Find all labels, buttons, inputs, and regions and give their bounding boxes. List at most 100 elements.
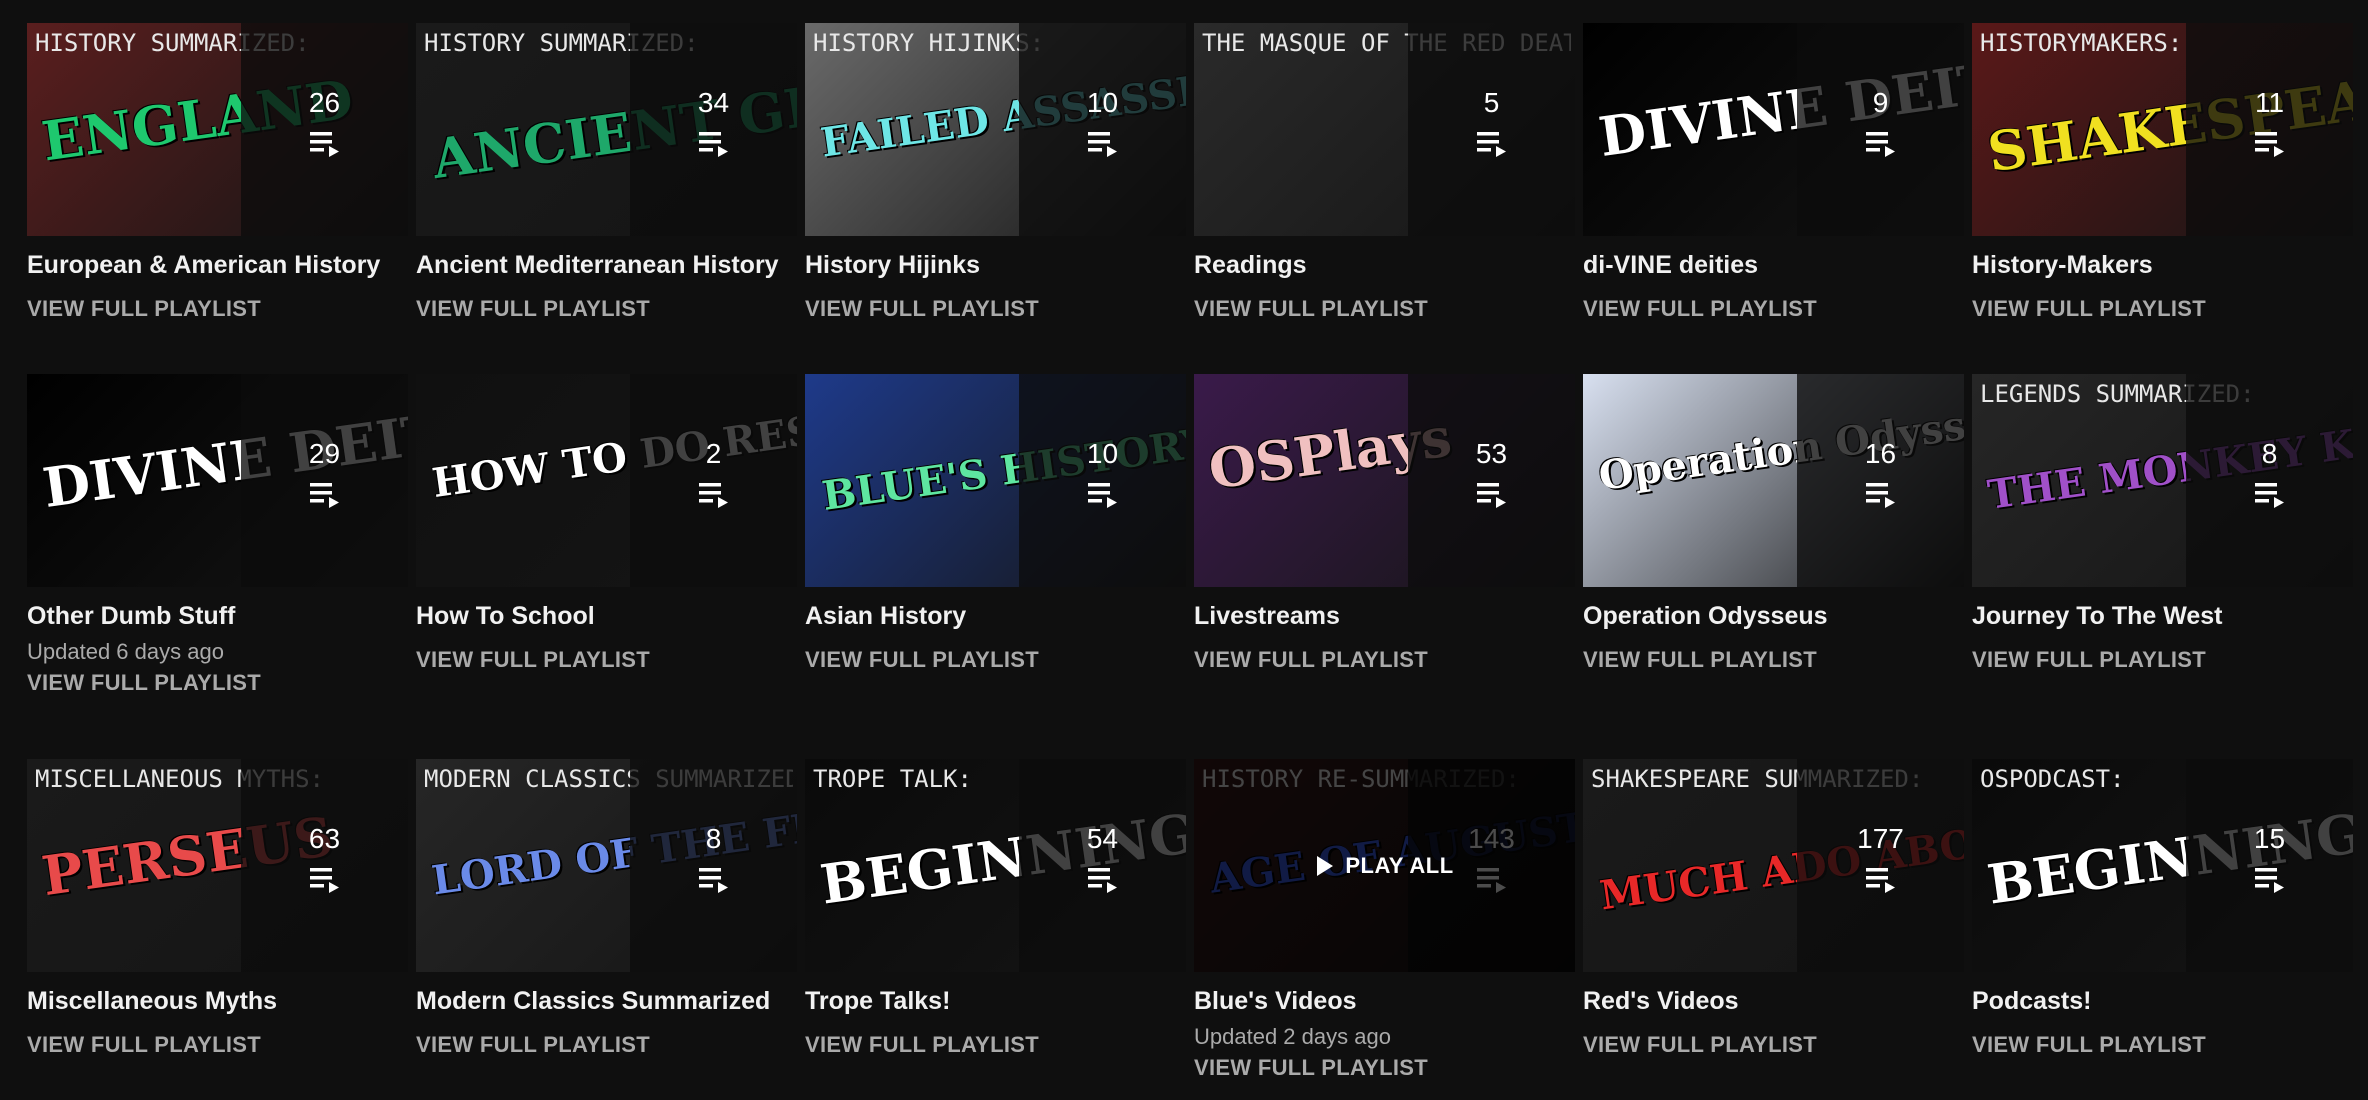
view-full-playlist-link[interactable]: VIEW FULL PLAYLIST [805, 296, 1186, 322]
playlist-card: HISTORYMAKERS: SHAKESPEARE 11 History-Maker… [1972, 23, 2353, 322]
video-count: 26 [308, 86, 341, 118]
video-count: 16 [1864, 437, 1897, 469]
playlist-icon [1087, 131, 1117, 157]
video-count-overlay: 11 [2186, 23, 2353, 236]
view-full-playlist-link[interactable]: VIEW FULL PLAYLIST [1194, 296, 1575, 322]
playlist-card: DIVINE DEITIES9 di-VINE deities VIEW FULL … [1583, 23, 1964, 322]
playlist-title[interactable]: Podcasts! [1972, 986, 2353, 1016]
playlist-card: TROPE TALK: BEGINNINGS 54 Trope Talks! VIEW … [805, 759, 1186, 1058]
playlist-thumbnail[interactable]: SHAKESPEARE SUMMARIZED:MUCH ADO ABOUT NO… [1583, 759, 1964, 972]
playlist-card: DIVINE DEITIES29 Other Dumb Stuff Updated … [27, 374, 408, 696]
updated-timestamp: Updated 6 days ago [27, 639, 224, 664]
playlist-icon [1865, 131, 1895, 157]
playlist-thumbnail[interactable]: Operation Odysseus16 [1583, 374, 1964, 587]
playlist-icon [1476, 131, 1506, 157]
playlist-card: THE MASQUE OF THE RED DEATH 5 Readings VIEW… [1194, 23, 1575, 322]
video-count: 9 [1872, 86, 1889, 118]
video-count: 54 [1086, 822, 1119, 854]
playlist-card: OSPODCAST: BEGINNINGS 15 Podcasts! VIEW FULL… [1972, 759, 2353, 1058]
video-count: 8 [2261, 437, 2278, 469]
playlist-title[interactable]: History-Makers [1972, 250, 2353, 280]
video-count: 11 [2254, 86, 2285, 118]
video-count-overlay: 63 [241, 759, 408, 972]
playlist-icon [1865, 867, 1895, 893]
view-full-playlist-link[interactable]: VIEW FULL PLAYLIST [805, 647, 1186, 673]
view-full-playlist-link[interactable]: VIEW FULL PLAYLIST [1972, 296, 2353, 322]
playlist-title[interactable]: Modern Classics Summarized [416, 986, 797, 1016]
playlist-icon [1087, 867, 1117, 893]
playlist-icon [1865, 482, 1895, 508]
view-full-playlist-link[interactable]: VIEW FULL PLAYLIST [27, 296, 408, 322]
play-all-button[interactable]: PLAY ALL [1194, 759, 1575, 972]
playlist-thumbnail[interactable]: HISTORY SUMMARIZED:ANCIENT GREECE34 [416, 23, 797, 236]
playlist-title[interactable]: Asian History [805, 601, 1186, 631]
playlist-thumbnail[interactable]: HISTORY HIJINKS:FAILED ASSASSINS10 [805, 23, 1186, 236]
playlist-title[interactable]: Livestreams [1194, 601, 1575, 631]
video-count: 63 [308, 822, 341, 854]
playlist-title[interactable]: European & American History [27, 250, 408, 280]
video-count-overlay: 34 [630, 23, 797, 236]
view-full-playlist-link[interactable]: VIEW FULL PLAYLIST [1972, 647, 2353, 673]
playlist-title[interactable]: Journey To The West [1972, 601, 2353, 631]
view-full-playlist-link[interactable]: VIEW FULL PLAYLIST [1583, 647, 1964, 673]
playlist-card: MISCELLANEOUS MYTHS: PERSEUS 63 Miscellaneo… [27, 759, 408, 1058]
playlist-grid: HISTORY SUMMARIZED: ENGLAND 26 European & A… [0, 0, 2368, 1100]
updated-timestamp: Updated 2 days ago [1194, 1024, 1391, 1049]
playlist-title[interactable]: Ancient Mediterranean History [416, 250, 797, 280]
playlist-thumbnail[interactable]: BLUE'S HISTORY SUMMARIZED10 [805, 374, 1186, 587]
video-count-overlay: 177 [1797, 759, 1964, 972]
view-full-playlist-link[interactable]: VIEW FULL PLAYLIST [416, 296, 797, 322]
video-count-overlay: 10 [1019, 23, 1186, 236]
playlist-thumbnail[interactable]: DIVINE DEITIES9 [1583, 23, 1964, 236]
playlist-thumbnail[interactable]: OSPODCAST: BEGINNINGS 15 [1972, 759, 2353, 972]
playlist-card: HISTORY SUMMARIZED:ANCIENT GREECE34 Ancie… [416, 23, 797, 322]
playlist-thumbnail[interactable]: MISCELLANEOUS MYTHS: PERSEUS 63 [27, 759, 408, 972]
playlist-thumbnail[interactable]: HISTORY SUMMARIZED: ENGLAND 26 [27, 23, 408, 236]
video-count: 8 [705, 822, 722, 854]
play-all-label: PLAY ALL [1345, 852, 1454, 878]
video-count-overlay: 5 [1408, 23, 1575, 236]
video-count-overlay: 9 [1797, 23, 1964, 236]
view-full-playlist-link[interactable]: VIEW FULL PLAYLIST [805, 1032, 1186, 1058]
playlist-thumbnail[interactable]: TROPE TALK: BEGINNINGS 54 [805, 759, 1186, 972]
view-full-playlist-link[interactable]: VIEW FULL PLAYLIST [27, 670, 408, 696]
playlist-title[interactable]: Other Dumb Stuff [27, 601, 408, 631]
playlist-card: HOW TO DO RESEARCH2 How To School VIEW FUL… [416, 374, 797, 673]
playlist-title[interactable]: Blue's Videos [1194, 986, 1575, 1016]
playlist-title[interactable]: Miscellaneous Myths [27, 986, 408, 1016]
view-full-playlist-link[interactable]: VIEW FULL PLAYLIST [1194, 647, 1575, 673]
playlist-thumbnail[interactable]: THE MASQUE OF THE RED DEATH 5 [1194, 23, 1575, 236]
playlist-icon [2254, 867, 2284, 893]
playlist-thumbnail[interactable]: HISTORY RE-SUMMARIZED:AGE OF AUGUSTUS143… [1194, 759, 1575, 972]
playlist-thumbnail[interactable]: MODERN CLASSICS SUMMARIZED:LORD OF THE F… [416, 759, 797, 972]
view-full-playlist-link[interactable]: VIEW FULL PLAYLIST [416, 1032, 797, 1058]
video-count: 29 [308, 437, 341, 469]
video-count-overlay: 8 [2186, 374, 2353, 587]
playlist-title[interactable]: Red's Videos [1583, 986, 1964, 1016]
playlist-title[interactable]: Trope Talks! [805, 986, 1186, 1016]
playlist-card: MODERN CLASSICS SUMMARIZED:LORD OF THE F… [416, 759, 797, 1058]
view-full-playlist-link[interactable]: VIEW FULL PLAYLIST [1972, 1032, 2353, 1058]
playlist-title[interactable]: How To School [416, 601, 797, 631]
playlist-card: OSPlays 53 Livestreams VIEW FULL PLAYLIST [1194, 374, 1575, 673]
playlist-thumbnail[interactable]: OSPlays 53 [1194, 374, 1575, 587]
view-full-playlist-link[interactable]: VIEW FULL PLAYLIST [416, 647, 797, 673]
playlist-title[interactable]: di-VINE deities [1583, 250, 1964, 280]
playlist-title[interactable]: Operation Odysseus [1583, 601, 1964, 631]
video-count-overlay: 10 [1019, 374, 1186, 587]
view-full-playlist-link[interactable]: VIEW FULL PLAYLIST [27, 1032, 408, 1058]
video-count-overlay: 54 [1019, 759, 1186, 972]
playlist-thumbnail[interactable]: DIVINE DEITIES29 [27, 374, 408, 587]
view-full-playlist-link[interactable]: VIEW FULL PLAYLIST [1583, 296, 1964, 322]
playlist-thumbnail[interactable]: HISTORYMAKERS: SHAKESPEARE 11 [1972, 23, 2353, 236]
playlist-thumbnail[interactable]: LEGENDS SUMMARIZED:THE MONKEY KING8 [1972, 374, 2353, 587]
playlist-title[interactable]: History Hijinks [805, 250, 1186, 280]
play-icon [1317, 855, 1334, 876]
view-full-playlist-link[interactable]: VIEW FULL PLAYLIST [1583, 1032, 1964, 1058]
view-full-playlist-link[interactable]: VIEW FULL PLAYLIST [1194, 1055, 1575, 1081]
playlist-card: HISTORY SUMMARIZED: ENGLAND 26 European & A… [27, 23, 408, 322]
playlist-icon [1087, 482, 1117, 508]
playlist-title[interactable]: Readings [1194, 250, 1575, 280]
video-count: 177 [1857, 822, 1904, 854]
playlist-thumbnail[interactable]: HOW TO DO RESEARCH2 [416, 374, 797, 587]
